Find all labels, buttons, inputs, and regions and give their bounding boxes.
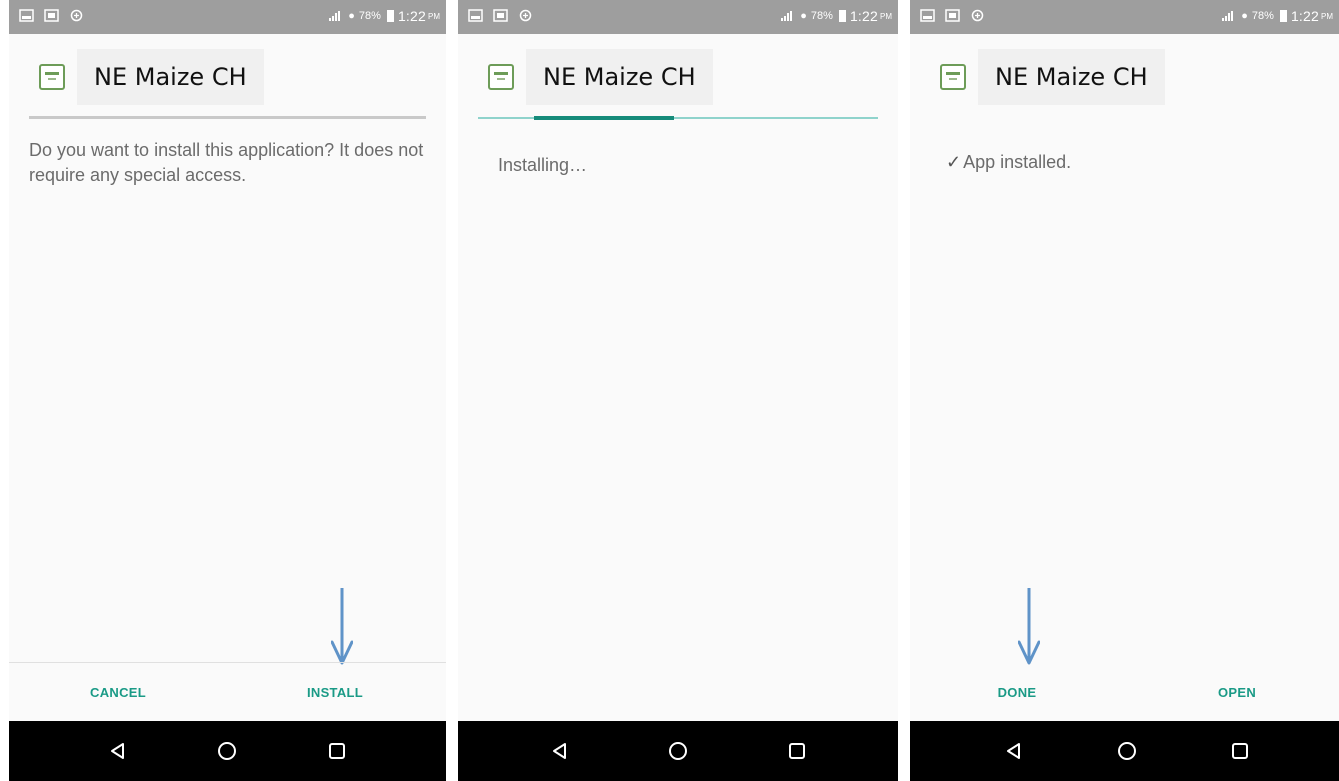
clock-ampm: PM bbox=[428, 11, 440, 21]
clock: 1:22 bbox=[397, 8, 426, 24]
recents-icon bbox=[789, 743, 805, 759]
back-icon bbox=[111, 743, 124, 759]
app-header: NE Maize CH bbox=[940, 49, 1165, 105]
alarm-icon: ● bbox=[1241, 10, 1248, 22]
battery-icon bbox=[838, 10, 846, 22]
app-icon bbox=[940, 64, 966, 90]
app-icon bbox=[488, 64, 514, 90]
nav-bar bbox=[9, 721, 446, 781]
installing-message: Installing… bbox=[498, 155, 588, 175]
alarm-icon: ● bbox=[348, 10, 355, 22]
signal-icon bbox=[329, 11, 341, 21]
home-button[interactable] bbox=[658, 731, 698, 771]
app-name: NE Maize CH bbox=[978, 49, 1165, 105]
open-button[interactable]: OPEN bbox=[1218, 685, 1256, 700]
tutorial-composite: ● 78% 1:22 PM NE Maize CH Do you want to… bbox=[0, 0, 1339, 781]
checkmark-icon: ✓ bbox=[946, 152, 962, 172]
home-button[interactable] bbox=[207, 731, 247, 771]
screen-install-prompt: ● 78% 1:22 PM NE Maize CH Do you want to… bbox=[9, 0, 446, 781]
clock: 1:22 bbox=[849, 8, 878, 24]
screen-installing: ● 78% 1:22 PM NE Maize CH Installing… bbox=[458, 0, 898, 781]
signal-icon bbox=[781, 11, 793, 21]
app-icon bbox=[39, 64, 65, 90]
notification-icon bbox=[493, 9, 508, 22]
installed-text: App installed. bbox=[963, 152, 1072, 172]
status-bar: ● 78% 1:22 PM bbox=[458, 0, 898, 34]
sync-icon bbox=[519, 9, 532, 22]
arrow-down-icon bbox=[1018, 588, 1040, 665]
back-icon bbox=[1007, 743, 1020, 759]
install-button[interactable]: INSTALL bbox=[307, 685, 363, 700]
screen-app-installed: ● 78% 1:22 PM NE Maize CH ✓ App installed… bbox=[910, 0, 1339, 781]
nav-bar bbox=[910, 721, 1339, 781]
sync-icon bbox=[70, 9, 83, 22]
install-message: Do you want to install this application?… bbox=[29, 140, 424, 185]
install-progress-bar bbox=[534, 116, 674, 120]
arrow-down-icon bbox=[331, 588, 353, 665]
back-button[interactable] bbox=[540, 731, 580, 771]
recents-button[interactable] bbox=[1220, 731, 1260, 771]
back-button[interactable] bbox=[98, 731, 138, 771]
battery-percent: 78% bbox=[358, 10, 381, 22]
image-icon bbox=[19, 9, 34, 22]
status-bar: ● 78% 1:22 PM bbox=[910, 0, 1339, 34]
back-button[interactable] bbox=[994, 731, 1034, 771]
battery-percent: 78% bbox=[810, 10, 833, 22]
home-icon bbox=[669, 742, 687, 760]
app-header: NE Maize CH bbox=[488, 49, 713, 105]
button-bar-divider bbox=[9, 662, 446, 663]
back-icon bbox=[553, 743, 566, 759]
notification-icon bbox=[44, 9, 59, 22]
installed-message: ✓ App installed. bbox=[946, 150, 1326, 175]
alarm-icon: ● bbox=[800, 10, 807, 22]
image-icon bbox=[468, 9, 483, 22]
cancel-button[interactable]: CANCEL bbox=[90, 685, 146, 700]
battery-icon bbox=[1279, 10, 1287, 22]
done-button[interactable]: DONE bbox=[998, 685, 1037, 700]
clock-ampm: PM bbox=[1321, 11, 1333, 21]
recents-icon bbox=[1232, 743, 1248, 759]
signal-icon bbox=[1222, 11, 1234, 21]
clock: 1:22 bbox=[1290, 8, 1319, 24]
home-icon bbox=[1118, 742, 1136, 760]
clock-ampm: PM bbox=[880, 11, 892, 21]
header-divider bbox=[29, 116, 426, 119]
app-name: NE Maize CH bbox=[77, 49, 264, 105]
home-button[interactable] bbox=[1107, 731, 1147, 771]
app-name: NE Maize CH bbox=[526, 49, 713, 105]
app-header: NE Maize CH bbox=[39, 49, 264, 105]
recents-button[interactable] bbox=[317, 731, 357, 771]
nav-bar bbox=[458, 721, 898, 781]
image-icon bbox=[920, 9, 935, 22]
status-bar: ● 78% 1:22 PM bbox=[9, 0, 446, 34]
notification-icon bbox=[945, 9, 960, 22]
home-icon bbox=[218, 742, 236, 760]
sync-icon bbox=[971, 9, 984, 22]
recents-button[interactable] bbox=[777, 731, 817, 771]
battery-icon bbox=[386, 10, 394, 22]
battery-percent: 78% bbox=[1251, 10, 1274, 22]
recents-icon bbox=[329, 743, 345, 759]
